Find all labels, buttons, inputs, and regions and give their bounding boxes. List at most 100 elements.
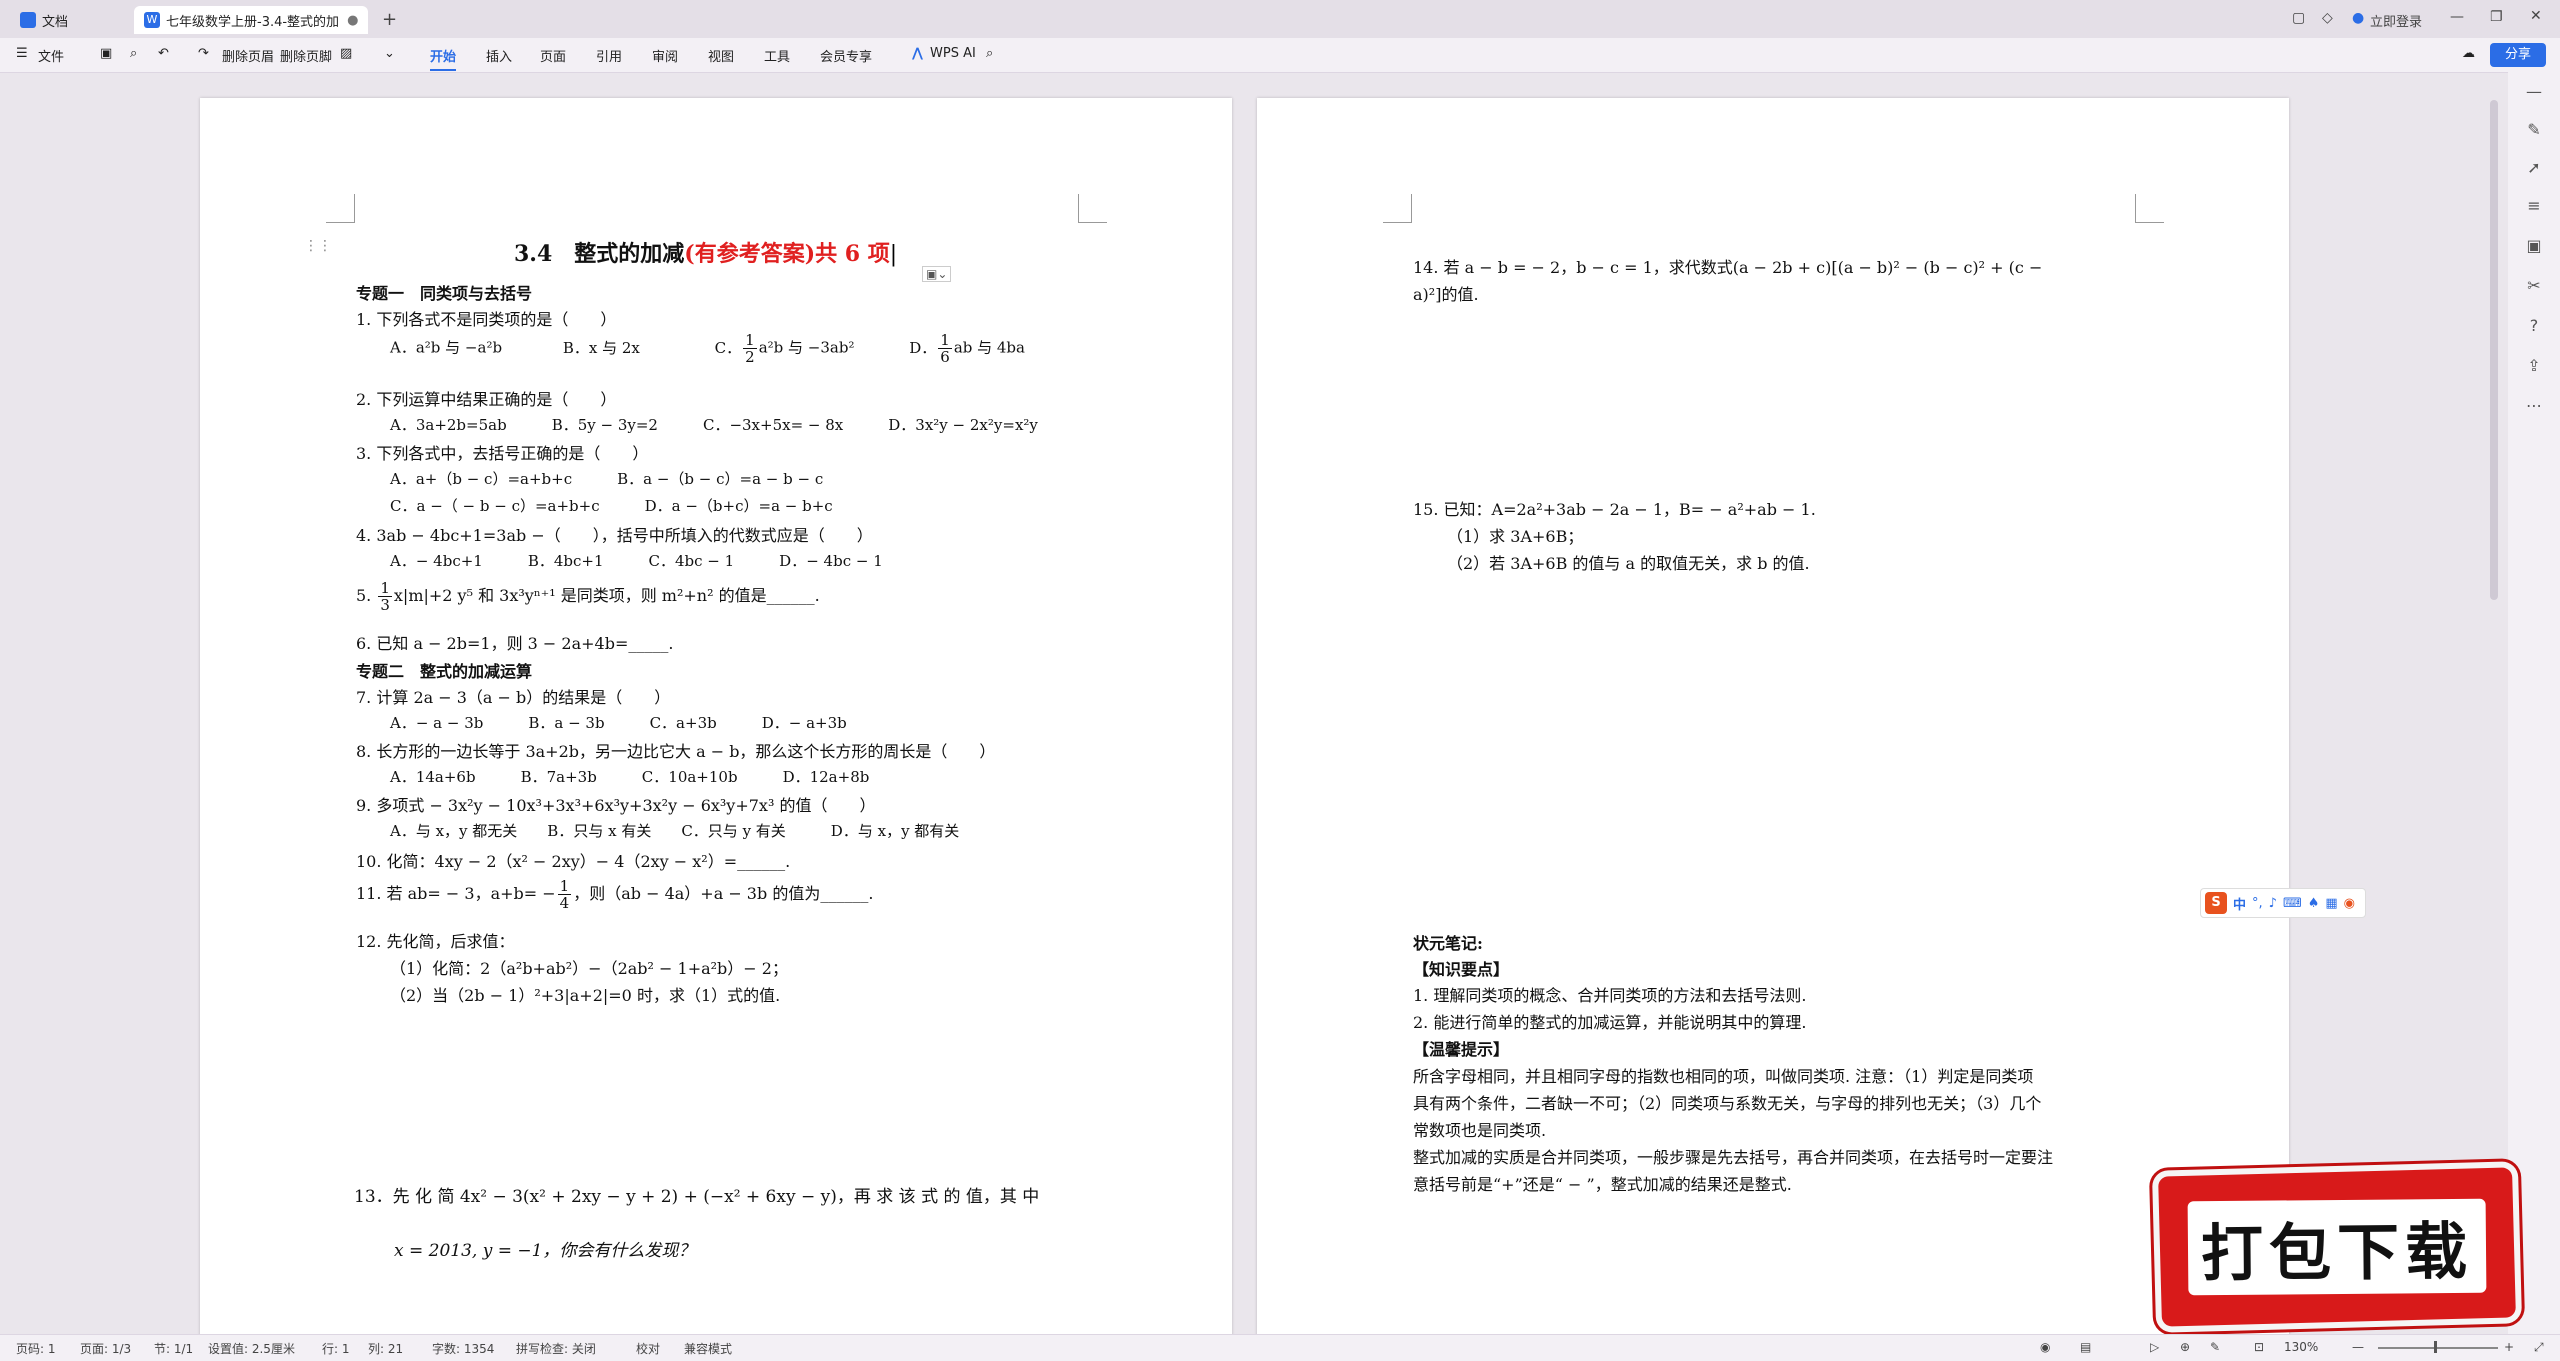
undo-icon[interactable]: ↶ bbox=[158, 46, 169, 61]
fraction-sixth: 16 bbox=[938, 331, 952, 366]
delete-footer-button[interactable]: 删除页脚 bbox=[280, 46, 332, 65]
status-setting[interactable]: 设置值: 2.5厘米 bbox=[208, 1340, 295, 1357]
more-icon[interactable]: ⋯ bbox=[2524, 396, 2544, 416]
question-7: 7. 计算 2a − 3（a − b）的结果是（ ） bbox=[356, 688, 671, 707]
download-banner-inner: 打包下载 bbox=[2187, 1198, 2487, 1296]
docs-icon bbox=[20, 12, 36, 28]
mic-icon[interactable]: ♪ bbox=[2269, 896, 2277, 911]
eye-icon[interactable]: ◉ bbox=[2040, 1340, 2050, 1354]
question-12-part-2: （2）当（2b − 1）²+3|a+2|=0 时，求（1）式的值. bbox=[390, 986, 781, 1005]
collapse-icon[interactable]: — bbox=[2524, 82, 2544, 102]
status-word-count[interactable]: 字数: 1354 bbox=[432, 1340, 494, 1357]
text-cursor: | bbox=[889, 242, 898, 267]
question-5: 5. 1 3 x|m|+2 y⁵ 和 3x³yⁿ⁺¹ 是同类项，则 m²+n² 的值… bbox=[356, 580, 820, 613]
tab-review[interactable]: 审阅 bbox=[652, 46, 678, 65]
status-pages[interactable]: 页面: 1/3 bbox=[80, 1340, 131, 1357]
tip-line-5: 意括号前是“+”还是“ − ”，整式加减的结果还是整式. bbox=[1413, 1175, 1792, 1194]
notes-title: 状元笔记: bbox=[1413, 934, 1483, 953]
adjust-icon[interactable]: ≡ bbox=[2524, 196, 2544, 216]
q1-option-d: ab 与 4ba bbox=[953, 338, 1025, 357]
tab-document[interactable]: W 七年级数学上册-3.4-整式的加 ● bbox=[134, 6, 368, 34]
ime-mode-label[interactable]: 中 bbox=[2233, 894, 2246, 913]
q1-option-a: A．a²b 与 −a²b bbox=[390, 338, 503, 357]
status-spell-check[interactable]: 拼写检查: 关闭 bbox=[516, 1340, 596, 1357]
search-icon[interactable]: ⌕ bbox=[986, 46, 993, 61]
ribbon-toolbar: ☰ 文件 ▣ ⌕ ↶ ↷ 删除页眉 删除页脚 ▨ ⌄ 开始 插入 页面 引用 审… bbox=[0, 38, 2560, 73]
find-icon[interactable]: ⌕ bbox=[130, 46, 137, 61]
fit-icon[interactable]: ⊡ bbox=[2254, 1340, 2264, 1354]
question-11: 11. 若 ab= − 3，a+b= −1 4 ，则（ab − 4a）+a − 3b… bbox=[356, 878, 873, 911]
ime-toolbar[interactable]: S 中 °, ♪ ⌨ ♠ ▦ ◉ bbox=[2200, 888, 2366, 918]
question-12: 12. 先化简，后求值： bbox=[356, 932, 515, 951]
web-view-icon[interactable]: ⊕ bbox=[2180, 1340, 2190, 1354]
status-proofread[interactable]: 校对 bbox=[636, 1340, 660, 1357]
tab-page[interactable]: 页面 bbox=[540, 46, 566, 65]
vertical-scrollbar[interactable] bbox=[2490, 100, 2498, 600]
cloud-icon[interactable]: ☁ bbox=[2462, 46, 2475, 61]
page-view-icon[interactable]: ▤ bbox=[2080, 1340, 2091, 1354]
tools-icon[interactable]: ✂ bbox=[2524, 276, 2544, 296]
more-chevron-icon[interactable]: ⌄ bbox=[384, 46, 395, 61]
fullscreen-icon[interactable]: ⤢ bbox=[2534, 1340, 2544, 1355]
grid-icon[interactable]: ▦ bbox=[2325, 896, 2337, 911]
settings-icon[interactable]: ◉ bbox=[2344, 896, 2355, 911]
zoom-in-icon[interactable]: + bbox=[2504, 1340, 2514, 1354]
question-9: 9. 多项式 − 3x²y − 10x³+3x³+6x³y+3x²y − 6x³… bbox=[356, 796, 876, 815]
zoom-out-icon[interactable]: — bbox=[2352, 1340, 2364, 1354]
help-icon[interactable]: ? bbox=[2524, 316, 2544, 336]
delete-header-button[interactable]: 删除页眉 bbox=[222, 46, 274, 65]
paste-options-icon[interactable]: ▣⌄ bbox=[922, 266, 952, 282]
tip-line-2: 具有两个条件，二者缺一不可；（2）同类项与系数无关，与字母的排列也无关；（3）几… bbox=[1413, 1094, 2042, 1113]
zoom-level[interactable]: 130% bbox=[2284, 1340, 2318, 1354]
menu-icon[interactable]: ☰ bbox=[16, 46, 28, 61]
play-icon[interactable]: ▷ bbox=[2150, 1340, 2159, 1354]
share-button[interactable]: 分享 bbox=[2490, 43, 2546, 67]
user-icon[interactable]: ● bbox=[2352, 10, 2364, 26]
edit-icon[interactable]: ✎ bbox=[2524, 120, 2544, 140]
close-icon[interactable]: ● bbox=[347, 13, 358, 28]
close-window-icon[interactable]: ✕ bbox=[2530, 8, 2542, 24]
tab-tools[interactable]: 工具 bbox=[764, 46, 790, 65]
right-side-panel: — ✎ ➚ ≡ ▣ ✂ ? ⇪ ⋯ bbox=[2508, 72, 2560, 1334]
question-8-options: A．14a+6b B．7a+3b C．10a+10b D．12a+8b bbox=[390, 768, 870, 786]
zoom-slider-thumb[interactable] bbox=[2434, 1341, 2437, 1353]
status-page: 页码: 1 bbox=[16, 1342, 56, 1356]
cube-icon[interactable]: ◇ bbox=[2322, 10, 2333, 26]
question-14-line-2: a)²]的值. bbox=[1413, 285, 1479, 304]
tab-insert[interactable]: 插入 bbox=[486, 46, 512, 65]
tab-home[interactable]: 开始 bbox=[430, 46, 457, 71]
sogou-icon[interactable]: S bbox=[2205, 892, 2227, 914]
question-9-options: A．与 x，y 都无关 B．只与 x 有关 C．只与 y 有关 D．与 x，y … bbox=[390, 822, 960, 840]
wps-ai-button[interactable]: WPS AI bbox=[930, 46, 976, 61]
image-icon[interactable]: ▣ bbox=[2524, 236, 2544, 256]
question-10: 10. 化简：4xy − 2（x² − 2xy）− 4（2xy − x²）=__… bbox=[356, 852, 791, 871]
restore-icon[interactable]: ❐ bbox=[2490, 9, 2503, 25]
download-banner[interactable]: 打包下载 bbox=[2158, 1167, 2516, 1327]
redo-icon[interactable]: ↷ bbox=[198, 46, 209, 61]
new-tab-icon[interactable]: + bbox=[382, 9, 397, 30]
question-8: 8. 长方形的一边长等于 3a+2b，另一边比它大 a − b，那么这个长方形的… bbox=[356, 742, 996, 761]
keyboard-icon[interactable]: ⌨ bbox=[2283, 896, 2302, 911]
tab-reference[interactable]: 引用 bbox=[596, 46, 622, 65]
punctuation-icon[interactable]: °, bbox=[2252, 896, 2263, 911]
share-link-icon[interactable]: ⇪ bbox=[2524, 356, 2544, 376]
tab-view[interactable]: 视图 bbox=[708, 46, 734, 65]
pen-icon[interactable]: ✎ bbox=[2210, 1340, 2220, 1354]
select-icon[interactable]: ➚ bbox=[2524, 158, 2544, 178]
save-icon[interactable]: ▣ bbox=[100, 46, 112, 61]
question-7-options: A．− a − 3b B．a − 3b C．a+3b D．− a+3b bbox=[390, 714, 847, 732]
document-page-2: 14. 若 a − b = − 2，b − c = 1，求代数式(a − 2b … bbox=[1257, 98, 2289, 1338]
tab-docs[interactable]: 文档 bbox=[10, 6, 130, 34]
status-section: 节: 1/1 bbox=[154, 1342, 194, 1356]
tip-line-1: 所含字母相同，并且相同字母的指数也相同的项，叫做同类项. 注意：（1）判定是同类… bbox=[1413, 1067, 2034, 1086]
fraction-half: 12 bbox=[743, 331, 757, 366]
skin-icon[interactable]: ♠ bbox=[2308, 896, 2320, 911]
tab-member[interactable]: 会员专享 bbox=[820, 46, 872, 65]
minimize-icon[interactable]: — bbox=[2450, 9, 2464, 25]
drag-handle-icon[interactable]: ⋮⋮ bbox=[304, 238, 332, 254]
window-icon[interactable]: ▢ bbox=[2292, 10, 2305, 26]
format-icon[interactable]: ▨ bbox=[340, 46, 352, 61]
login-link[interactable]: 立即登录 bbox=[2370, 11, 2422, 30]
file-menu[interactable]: 文件 bbox=[38, 46, 64, 65]
zoom-slider[interactable] bbox=[2378, 1347, 2498, 1349]
